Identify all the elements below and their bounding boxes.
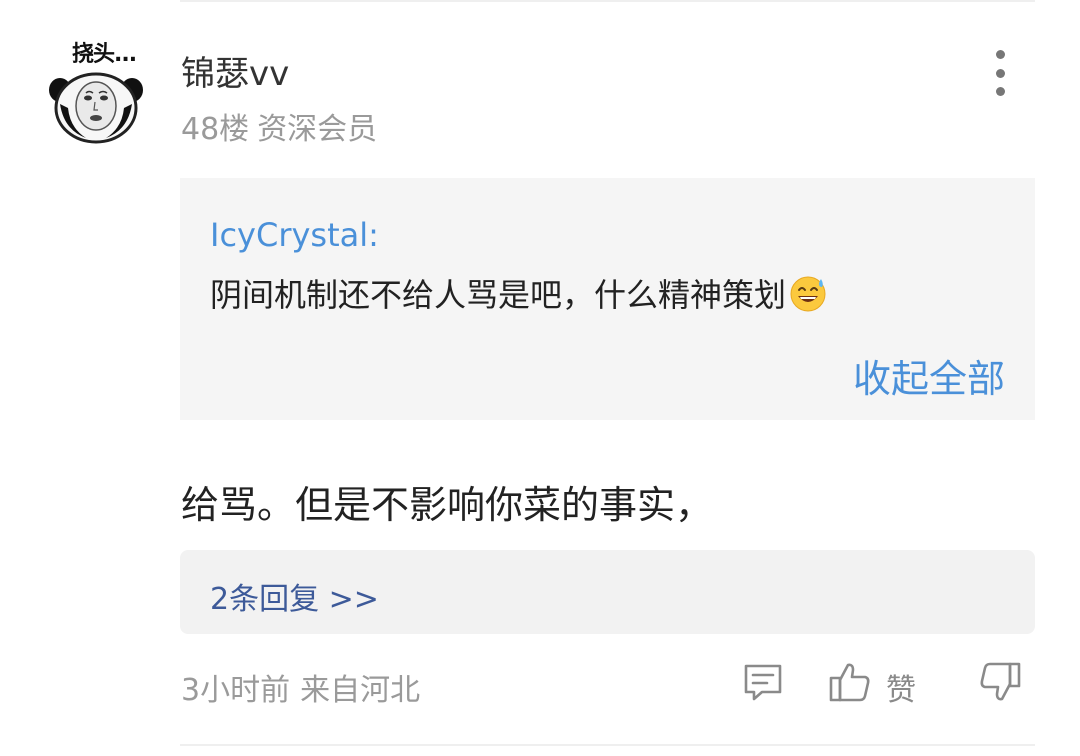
- top-divider: [180, 0, 1035, 2]
- comment-body: 给骂。但是不影响你菜的事实，: [181, 483, 714, 527]
- thumbs-down-icon[interactable]: [978, 660, 1022, 704]
- sweat-smile-emoji-icon: [790, 276, 826, 312]
- quoted-comment: IcyCrystal: 阴间机制还不给人骂是吧，什么精神策划 收起全部: [180, 178, 1035, 420]
- comment-time: 3小时前: [181, 673, 291, 708]
- comment-footer-meta: 3小时前 来自河北: [181, 665, 430, 709]
- collapse-all-button[interactable]: 收起全部: [853, 348, 1005, 403]
- quote-text-row: 阴间机制还不给人骂是吧，什么精神策划: [210, 270, 828, 316]
- like-label[interactable]: 赞: [886, 665, 916, 709]
- user-meta: 48楼 资深会员: [181, 104, 385, 148]
- comment-location: 来自河北: [300, 673, 421, 708]
- member-level: 资深会员: [257, 112, 378, 147]
- username[interactable]: 锦瑟vv: [181, 46, 289, 95]
- comment-icon[interactable]: [742, 662, 784, 704]
- avatar-caption: 挠头...: [72, 42, 137, 67]
- more-vertical-icon-dot: [995, 87, 1005, 96]
- view-replies-link[interactable]: 2条回复 >>: [210, 574, 379, 618]
- more-options-button[interactable]: [982, 50, 1018, 96]
- thumbs-up-icon[interactable]: [828, 660, 872, 704]
- bottom-divider: [180, 744, 1035, 746]
- replies-box[interactable]: 2条回复 >>: [180, 550, 1035, 634]
- floor-number: 48楼: [181, 112, 250, 147]
- quote-text: 阴间机制还不给人骂是吧，什么精神策划: [210, 276, 787, 314]
- more-vertical-icon: [995, 50, 1005, 59]
- more-vertical-icon-dot: [995, 68, 1005, 78]
- quote-author[interactable]: IcyCrystal:: [210, 216, 379, 254]
